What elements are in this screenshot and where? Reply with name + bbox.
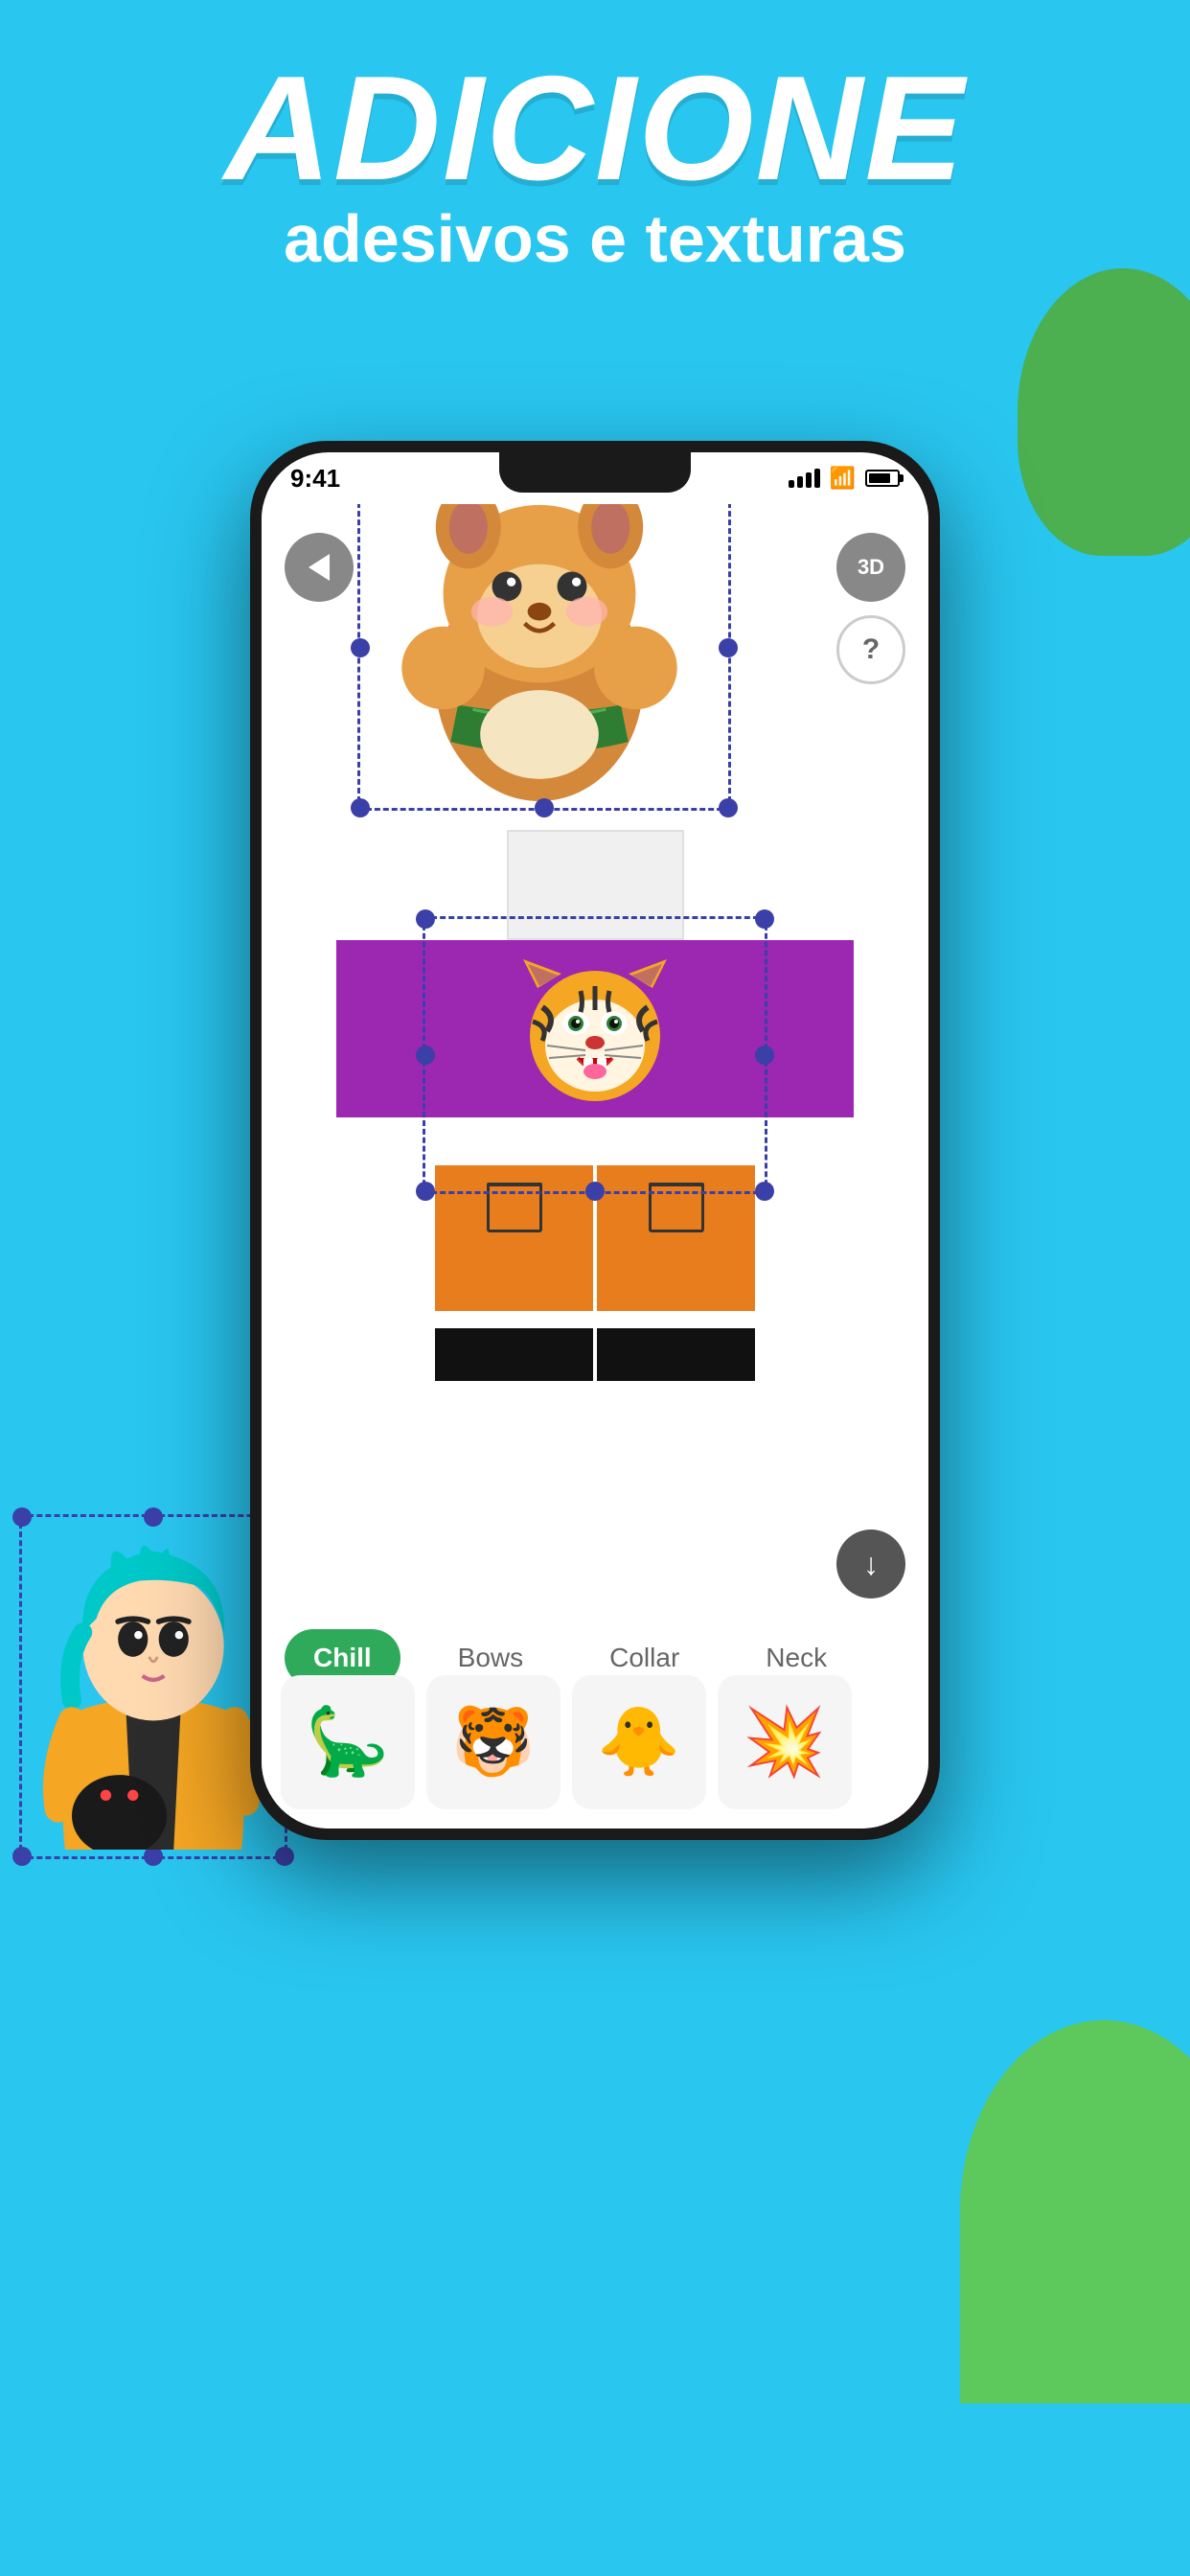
back-arrow-icon — [309, 554, 330, 581]
sticker-grid: 🦕 🐯 🐥 💥 — [262, 1675, 928, 1809]
battery-fill — [869, 473, 890, 483]
tiger-handle-tl[interactable] — [416, 909, 435, 929]
header: ADICIONE adesivos e texturas — [0, 58, 1190, 279]
tiger-handle-mr[interactable] — [755, 1046, 774, 1065]
handle-br[interactable] — [719, 798, 738, 817]
pants-right-bottom — [597, 1328, 755, 1381]
back-button[interactable] — [285, 533, 354, 602]
phone-content: 3D ? — [262, 504, 928, 1828]
phone-mockup: 9:41 📶 — [250, 441, 940, 1840]
selection-box-tiger — [423, 916, 767, 1194]
phone-body: 9:41 📶 — [250, 441, 940, 1840]
handle-bm[interactable] — [535, 798, 554, 817]
phone-inner: 9:41 📶 — [262, 452, 928, 1828]
pants-left-bottom — [435, 1328, 593, 1381]
pants-left — [435, 1165, 593, 1381]
shiba-sticker-container[interactable] — [357, 504, 731, 811]
sticker-explosion[interactable]: 💥 — [718, 1675, 852, 1809]
pants-right — [597, 1165, 755, 1381]
tiger-handle-ml[interactable] — [416, 1046, 435, 1065]
anime-girl-sticker-container[interactable] — [19, 1514, 287, 1859]
anime-girl-sticker — [29, 1524, 278, 1850]
3d-label: 3D — [858, 555, 884, 580]
sticker-tiger[interactable]: 🐯 — [426, 1675, 561, 1809]
shirt-template — [336, 830, 854, 1381]
wifi-icon: 📶 — [830, 466, 856, 491]
sticker-duck[interactable]: 🐥 — [572, 1675, 706, 1809]
sticker-dinosaur[interactable]: 🦕 — [281, 1675, 415, 1809]
selection-box-shiba — [357, 504, 731, 811]
status-icons: 📶 — [789, 466, 900, 491]
header-title: ADICIONE — [0, 58, 1190, 198]
help-label: ? — [862, 633, 880, 666]
battery-icon — [865, 470, 900, 487]
download-icon: ↓ — [863, 1547, 879, 1582]
tiger-handle-bl[interactable] — [416, 1182, 435, 1201]
handle-bl[interactable] — [351, 798, 370, 817]
status-time: 9:41 — [290, 464, 340, 494]
tiger-handle-br[interactable] — [755, 1182, 774, 1201]
signal-icon — [789, 469, 820, 488]
download-button[interactable]: ↓ — [836, 1530, 905, 1598]
girl-handle-bm[interactable] — [144, 1847, 163, 1866]
stripe-left — [435, 1311, 593, 1328]
girl-handle-bl[interactable] — [12, 1847, 32, 1866]
girl-handle-br[interactable] — [275, 1847, 294, 1866]
tiger-handle-bm[interactable] — [585, 1182, 605, 1201]
tiger-handle-tr[interactable] — [755, 909, 774, 929]
help-button[interactable]: ? — [836, 615, 905, 684]
header-subtitle: adesivos e texturas — [0, 198, 1190, 279]
handle-mr[interactable] — [719, 638, 738, 657]
handle-ml[interactable] — [351, 638, 370, 657]
phone-notch — [499, 452, 691, 493]
stripe-right — [597, 1311, 755, 1328]
3d-button[interactable]: 3D — [836, 533, 905, 602]
